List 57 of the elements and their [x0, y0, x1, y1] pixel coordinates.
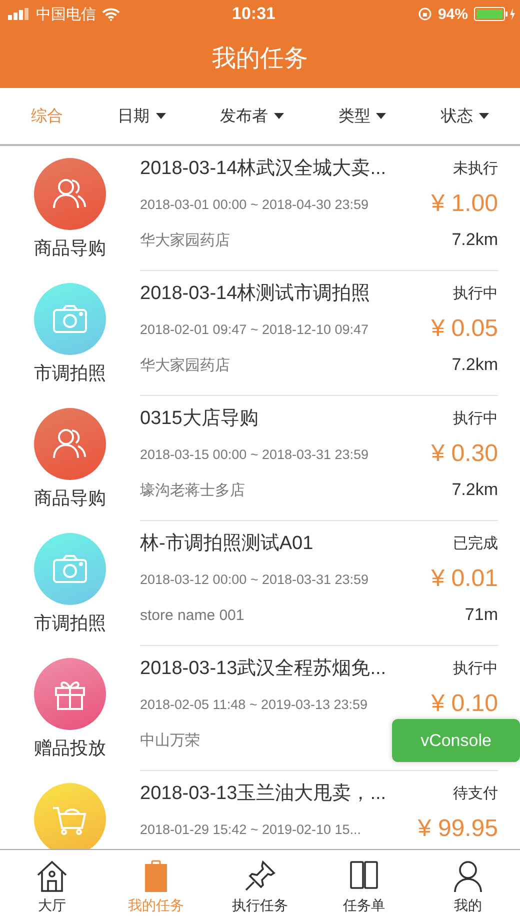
clock-time: 10:31: [232, 4, 276, 24]
task-period: 2018-01-29 15:42 ~ 2019-02-10 15...: [140, 822, 362, 836]
page-title: 我的任务: [212, 44, 308, 74]
filter-tab[interactable]: 状态: [430, 100, 499, 132]
task-period: 2018-03-15 00:00 ~ 2018-03-31 23:59: [140, 446, 369, 462]
store-distance: 7.2km: [452, 355, 498, 375]
task-title[interactable]: 0315大店导购: [140, 405, 258, 431]
store-distance: 71m: [464, 605, 498, 625]
task-category: 市调拍照: [34, 612, 106, 635]
house-icon: [35, 859, 69, 893]
rotation-lock-icon: [418, 7, 432, 21]
filter-tab[interactable]: 类型: [328, 100, 396, 132]
task-title[interactable]: 2018-03-13玉兰油大甩卖，...: [140, 780, 386, 806]
task-reward: ¥ 99.95: [418, 815, 498, 843]
task-status: 已完成: [453, 534, 498, 552]
battery-icon: [474, 7, 516, 21]
store-name: 华大家园药店: [140, 356, 230, 374]
task-category: 赠品投放: [34, 737, 106, 760]
task-title[interactable]: 2018-03-14林武汉全城大卖...: [140, 155, 386, 181]
task-status: 待支付: [453, 784, 498, 802]
store-name: store name 001: [140, 606, 244, 624]
task-reward: ¥ 0.05: [431, 315, 498, 343]
task-reward: ¥ 0.10: [431, 690, 498, 718]
carrier-name: 中国电信: [36, 4, 96, 24]
task-status: 执行中: [453, 408, 498, 428]
signal-icon: [8, 8, 30, 20]
tab-bar-item[interactable]: 任务单: [312, 850, 416, 924]
task-status: 执行中: [453, 658, 498, 678]
tab-bar-item[interactable]: 执行任务: [208, 850, 312, 924]
person-icon: [451, 859, 485, 893]
pushpin-icon: [243, 859, 277, 893]
tab-bar-item[interactable]: 大厅: [0, 850, 104, 924]
task-category: 商品导购: [34, 237, 106, 260]
store-name: 壕沟老蒋士多店: [140, 480, 245, 500]
task-reward: ¥ 1.00: [431, 190, 498, 218]
task-period: 2018-03-12 00:00 ~ 2018-03-31 23:59: [140, 572, 369, 586]
task-reward: ¥ 0.01: [431, 565, 498, 593]
task-reward: ¥ 0.30: [431, 440, 498, 468]
task-period: 2018-02-05 11:48 ~ 2019-03-13 23:59: [140, 696, 368, 712]
task-status: 未执行: [453, 158, 498, 178]
filter-tab[interactable]: 发布者: [210, 100, 294, 132]
filter-tab[interactable]: 日期: [108, 100, 176, 132]
task-status: 执行中: [453, 284, 498, 302]
task-period: 2018-03-01 00:00 ~ 2018-04-30 23:59: [140, 196, 369, 212]
store-name: 华大家园药店: [140, 230, 230, 250]
store-distance: 7.2km: [452, 480, 498, 500]
task-title[interactable]: 2018-03-13武汉全程苏烟免...: [140, 655, 386, 681]
task-title[interactable]: 2018-03-14林测试市调拍照: [140, 280, 370, 306]
wifi-icon: [102, 8, 120, 20]
battery-percent: 94%: [438, 6, 468, 22]
task-period: 2018-02-01 09:47 ~ 2018-12-10 09:47: [140, 322, 369, 336]
store-name: 中山万荣: [140, 730, 200, 750]
task-category: 市调拍照: [34, 362, 106, 385]
task-category: 商品导购: [34, 487, 106, 510]
task-title[interactable]: 林-市调拍照测试A01: [140, 530, 314, 556]
tab-bar-item[interactable]: 我的: [416, 850, 520, 924]
store-distance: 7.2km: [452, 230, 498, 250]
